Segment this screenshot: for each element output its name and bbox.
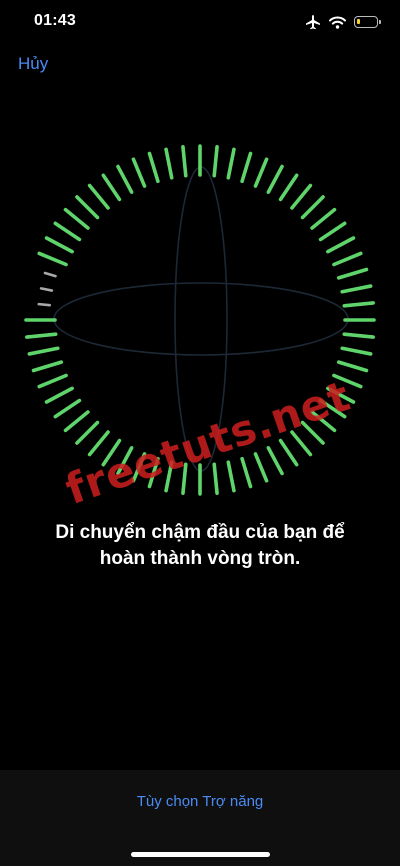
status-time: 01:43	[34, 12, 76, 29]
progress-tick-complete	[266, 164, 284, 194]
progress-tick-complete	[53, 398, 82, 419]
progress-tick-complete	[75, 420, 100, 445]
airplane-icon	[305, 14, 321, 30]
progress-tick-complete	[31, 360, 64, 373]
status-bar: 01:43	[0, 0, 400, 44]
progress-tick-complete	[336, 360, 369, 373]
progress-tick-complete	[332, 251, 363, 267]
wifi-icon	[329, 16, 346, 29]
battery-level	[357, 19, 360, 24]
progress-tick-complete	[300, 195, 325, 220]
progress-tick-complete	[181, 145, 188, 178]
progress-tick-complete	[63, 207, 90, 230]
progress-tick-complete	[336, 267, 369, 280]
progress-tick-complete	[253, 157, 269, 188]
progress-tick-complete	[87, 183, 110, 210]
progress-tick-complete	[240, 151, 253, 184]
home-indicator[interactable]	[131, 852, 270, 857]
status-icons	[305, 12, 381, 32]
progress-tick-complete	[147, 151, 160, 184]
progress-tick-complete	[340, 284, 373, 294]
progress-tick-complete	[53, 221, 82, 242]
progress-tick-complete	[278, 438, 299, 467]
progress-tick-complete	[310, 207, 337, 230]
progress-tick-complete	[75, 195, 100, 220]
progress-tick-complete	[318, 221, 347, 242]
progress-tick-complete	[342, 301, 375, 308]
progress-tick-complete	[326, 236, 356, 254]
progress-tick-pending	[43, 271, 57, 278]
progress-tick-complete	[212, 462, 219, 495]
progress-tick-complete	[212, 145, 219, 178]
progress-tick-complete	[101, 173, 122, 202]
progress-tick-complete	[226, 460, 236, 493]
progress-tick-complete	[342, 332, 375, 339]
progress-tick-complete	[25, 332, 58, 339]
progress-tick-complete	[37, 251, 68, 267]
progress-tick-complete	[27, 346, 60, 356]
cancel-button[interactable]: Hủy	[18, 54, 48, 74]
progress-tick-complete	[63, 410, 90, 433]
progress-tick-complete	[340, 346, 373, 356]
instruction-line-1: Di chuyển chậm đầu của bạn để	[55, 522, 345, 543]
progress-tick-complete	[266, 446, 284, 476]
progress-tick-complete	[226, 147, 236, 180]
progress-tick-complete	[290, 183, 313, 210]
progress-tick-complete	[44, 236, 74, 254]
battery-icon	[354, 16, 381, 28]
progress-tick-complete	[278, 173, 299, 202]
progress-tick-complete	[164, 147, 174, 180]
progress-tick-pending	[39, 287, 54, 292]
progress-tick-complete	[131, 157, 147, 188]
progress-tick-complete	[253, 452, 269, 483]
progress-tick-pending	[37, 302, 52, 307]
progress-tick-complete	[116, 164, 134, 194]
instruction-text: Di chuyển chậm đầu của bạn để hoàn thành…	[20, 520, 380, 572]
progress-tick-complete	[240, 456, 253, 489]
progress-tick-complete	[44, 386, 74, 404]
instruction-line-2: hoàn thành vòng tròn.	[99, 548, 301, 569]
accessibility-options-button[interactable]: Tùy chọn Trợ năng	[0, 793, 400, 810]
progress-tick-complete	[37, 373, 68, 389]
